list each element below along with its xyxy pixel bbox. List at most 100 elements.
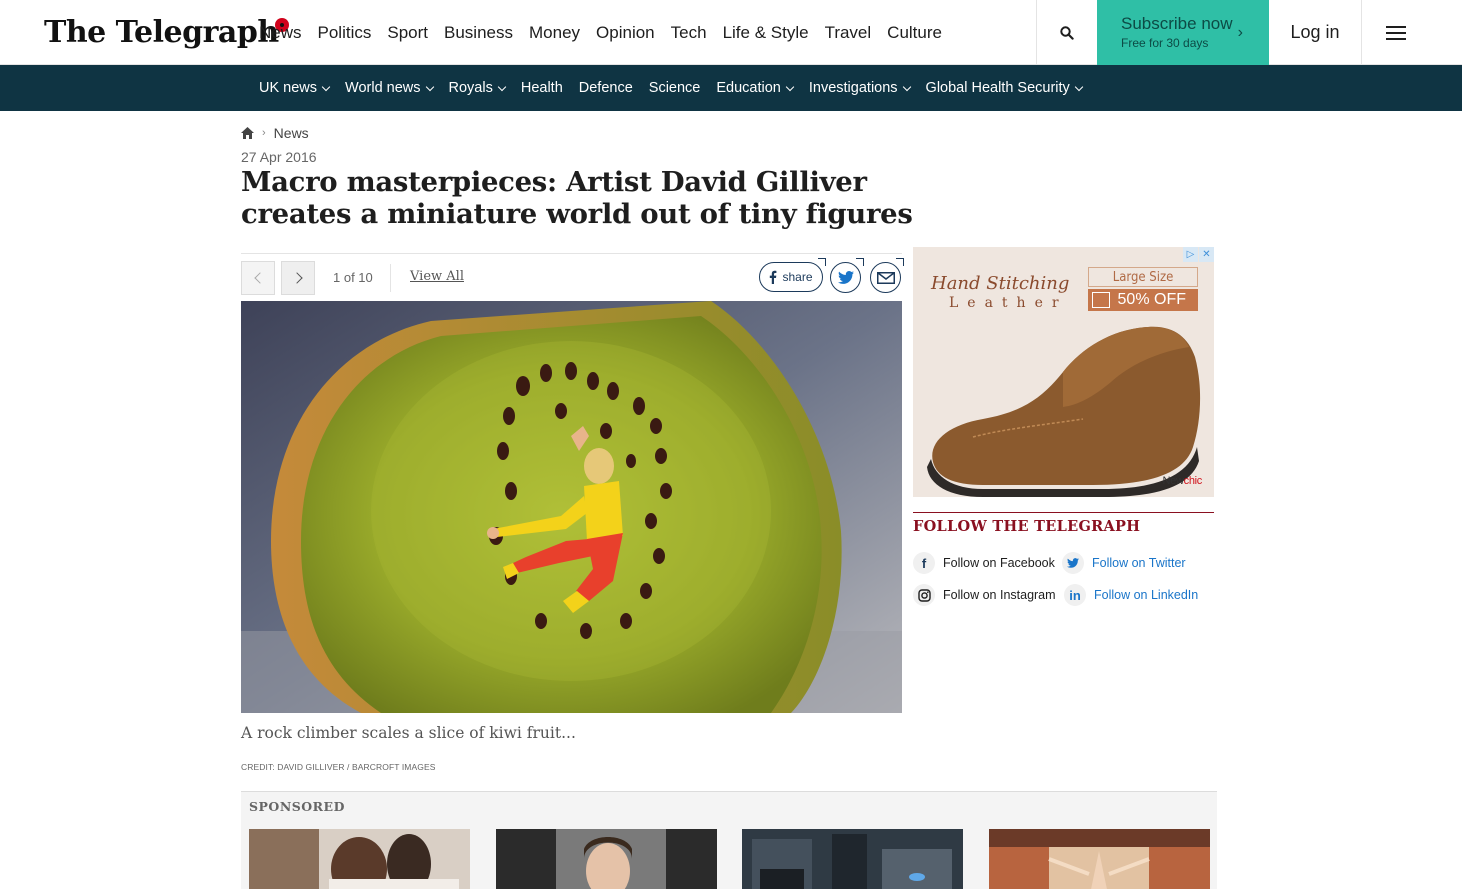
article-headline: Macro masterpieces: Artist David Gillive… (241, 166, 913, 230)
nav-item-tech[interactable]: Tech (671, 23, 707, 43)
logo-text: The Telegraph (44, 14, 279, 50)
chevron-down-icon (321, 82, 331, 91)
image-credit: Credit: David Gilliver / Barcroft Images (241, 762, 436, 772)
gallery-next-button[interactable] (281, 261, 315, 295)
follow-linkedin-link[interactable]: in Follow on LinkedIn (1064, 584, 1198, 606)
subnav-item-world-news[interactable]: World news (345, 80, 434, 96)
linkedin-icon: in (1064, 584, 1086, 606)
share-label: share (782, 270, 813, 284)
menu-button[interactable] (1362, 0, 1430, 65)
subnav-label: UK news (259, 80, 318, 96)
gallery-image[interactable] (241, 301, 902, 713)
advertisement[interactable]: Hand Stitching Leather Large Size 50% OF… (913, 247, 1214, 497)
subnav-item-investigations[interactable]: Investigations (808, 80, 911, 96)
subnav-item-science[interactable]: Science (649, 80, 701, 96)
follow-divider (913, 512, 1214, 513)
close-icon[interactable]: ✕ (1199, 247, 1214, 262)
site-header: The Telegraph News Politics Sport Business M… (0, 0, 1462, 65)
ad-brand-part2: chic (1183, 475, 1203, 487)
twitter-icon (1062, 552, 1084, 574)
email-icon (876, 271, 895, 284)
follow-twitter-link[interactable]: Follow on Twitter (1062, 552, 1186, 574)
follow-heading: FOLLOW THE TELEGRAPH (913, 518, 1141, 535)
login-button[interactable]: Log in (1269, 0, 1362, 65)
nav-item-news[interactable]: News (259, 23, 302, 43)
subnav-label: Royals (448, 80, 493, 96)
chevron-down-icon (1074, 82, 1084, 91)
subnav-label: Defence (578, 80, 633, 96)
follow-twitter-label: Follow on Twitter (1092, 556, 1186, 570)
subnav-item-uk-news[interactable]: UK news (259, 80, 331, 96)
telegraph-logo[interactable]: The Telegraph (44, 12, 289, 52)
subnav-item-defence[interactable]: Defence (579, 80, 633, 96)
subnav-item-global-health-security[interactable]: Global Health Security (925, 80, 1084, 96)
sponsored-card[interactable] (742, 829, 963, 889)
ad-brand-part1: New (1162, 475, 1184, 487)
breadcrumb: › News (241, 125, 309, 141)
external-link-icon (856, 258, 864, 266)
sponsored-card[interactable] (496, 829, 717, 889)
view-all-link[interactable]: View All (410, 269, 464, 284)
sponsored-card[interactable] (249, 829, 470, 889)
nav-item-travel[interactable]: Travel (825, 23, 872, 43)
nav-item-money[interactable]: Money (529, 23, 580, 43)
follow-instagram-link[interactable]: Follow on Instagram (913, 584, 1056, 606)
image-caption: A rock climber scales a slice of kiwi fr… (241, 724, 576, 742)
home-icon[interactable] (241, 127, 254, 139)
adchoices-icon[interactable]: ▷ (1183, 247, 1198, 262)
subscribe-button[interactable]: Subscribe now Free for 30 days › (1097, 0, 1269, 65)
main-nav: News Politics Sport Business Money Opinion Tec… (259, 0, 958, 65)
chevron-down-icon (425, 82, 434, 91)
gallery-counter: 1 of 10 (333, 270, 373, 285)
gallery-prev-button[interactable] (241, 261, 275, 295)
article-date: 27 Apr 2016 (241, 149, 317, 165)
nav-item-sport[interactable]: Sport (387, 23, 428, 43)
nav-item-opinion[interactable]: Opinion (596, 23, 655, 43)
chevron-down-icon (785, 82, 795, 91)
twitter-share-button[interactable] (830, 258, 864, 293)
follow-facebook-label: Follow on Facebook (943, 556, 1055, 570)
follow-instagram-label: Follow on Instagram (943, 588, 1056, 602)
subnav-label: World news (345, 80, 421, 96)
subnav-label: Investigations (808, 80, 898, 96)
sponsored-section: SPONSORED (241, 791, 1217, 889)
chevron-down-icon (902, 82, 911, 91)
chevron-right-icon (290, 272, 303, 284)
search-icon (1060, 25, 1074, 40)
twitter-icon (837, 271, 854, 284)
ad-choices[interactable]: ▷ ✕ (1182, 247, 1214, 262)
subnav-item-royals[interactable]: Royals (448, 80, 507, 96)
chevron-left-icon (253, 272, 266, 284)
sponsored-label: SPONSORED (249, 799, 345, 814)
subnav-label: Global Health Security (925, 80, 1070, 96)
follow-facebook-link[interactable]: f Follow on Facebook (913, 552, 1055, 574)
sponsored-card[interactable] (989, 829, 1210, 889)
nav-item-culture[interactable]: Culture (887, 23, 942, 43)
breadcrumb-section-link[interactable]: News (274, 125, 309, 141)
subnav-item-health[interactable]: Health (521, 80, 563, 96)
nav-item-business[interactable]: Business (444, 23, 513, 43)
sponsored-thumbnail (989, 829, 1210, 889)
facebook-share-button[interactable]: share (759, 258, 826, 292)
external-link-icon (896, 258, 904, 266)
subscribe-sublabel: Free for 30 days (1121, 36, 1209, 50)
nav-item-life-style[interactable]: Life & Style (723, 23, 809, 43)
subnav-label: Science (648, 80, 701, 96)
sponsored-thumbnail (249, 829, 470, 889)
email-share-button[interactable] (870, 258, 904, 293)
external-link-icon (818, 258, 826, 266)
follow-linkedin-label: Follow on LinkedIn (1094, 588, 1199, 602)
search-button[interactable] (1036, 0, 1097, 65)
shoe-image (927, 326, 1201, 497)
instagram-icon (913, 584, 935, 606)
facebook-icon: f (913, 552, 935, 574)
nav-item-politics[interactable]: Politics (318, 23, 372, 43)
facebook-icon (770, 270, 777, 284)
subnav-item-education[interactable]: Education (716, 80, 795, 96)
ad-brand: Newchic (1162, 475, 1203, 487)
chevron-down-icon (497, 82, 507, 91)
kiwi-climber-photo (241, 301, 902, 713)
section-subnav: UK news World news Royals Health Defence Scie… (0, 65, 1462, 111)
subnav-label: Health (520, 80, 563, 96)
sponsored-thumbnail (496, 829, 717, 889)
